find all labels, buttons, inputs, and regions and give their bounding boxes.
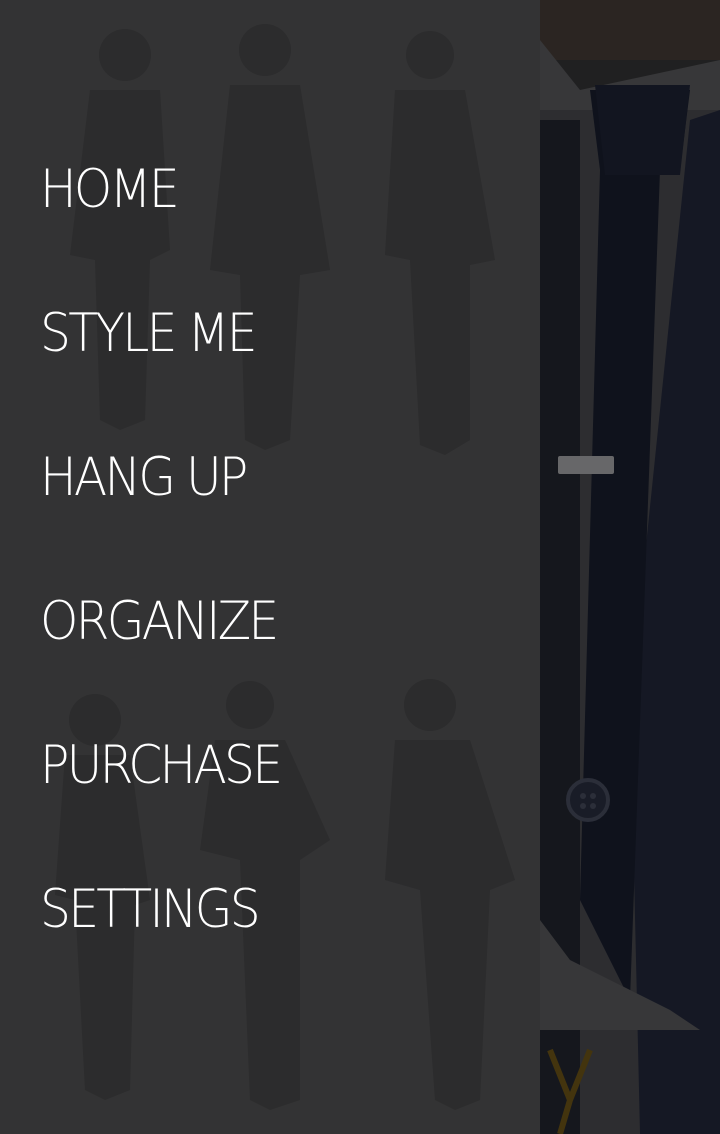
menu-item-home[interactable]: HOME [40, 160, 180, 220]
suit-photo-image [540, 0, 720, 1134]
menu-item-hang-up[interactable]: HANG UP [40, 448, 248, 508]
menu-item-purchase[interactable]: PURCHASE [40, 736, 283, 796]
menu-item-settings[interactable]: SETTINGS [40, 880, 261, 940]
background-photo [540, 0, 720, 1134]
navigation-drawer: HOME STYLE ME HANG UP ORGANIZE PURCHASE … [0, 0, 540, 1134]
menu-item-style-me[interactable]: STYLE ME [40, 304, 258, 364]
menu-item-organize[interactable]: ORGANIZE [40, 592, 279, 652]
